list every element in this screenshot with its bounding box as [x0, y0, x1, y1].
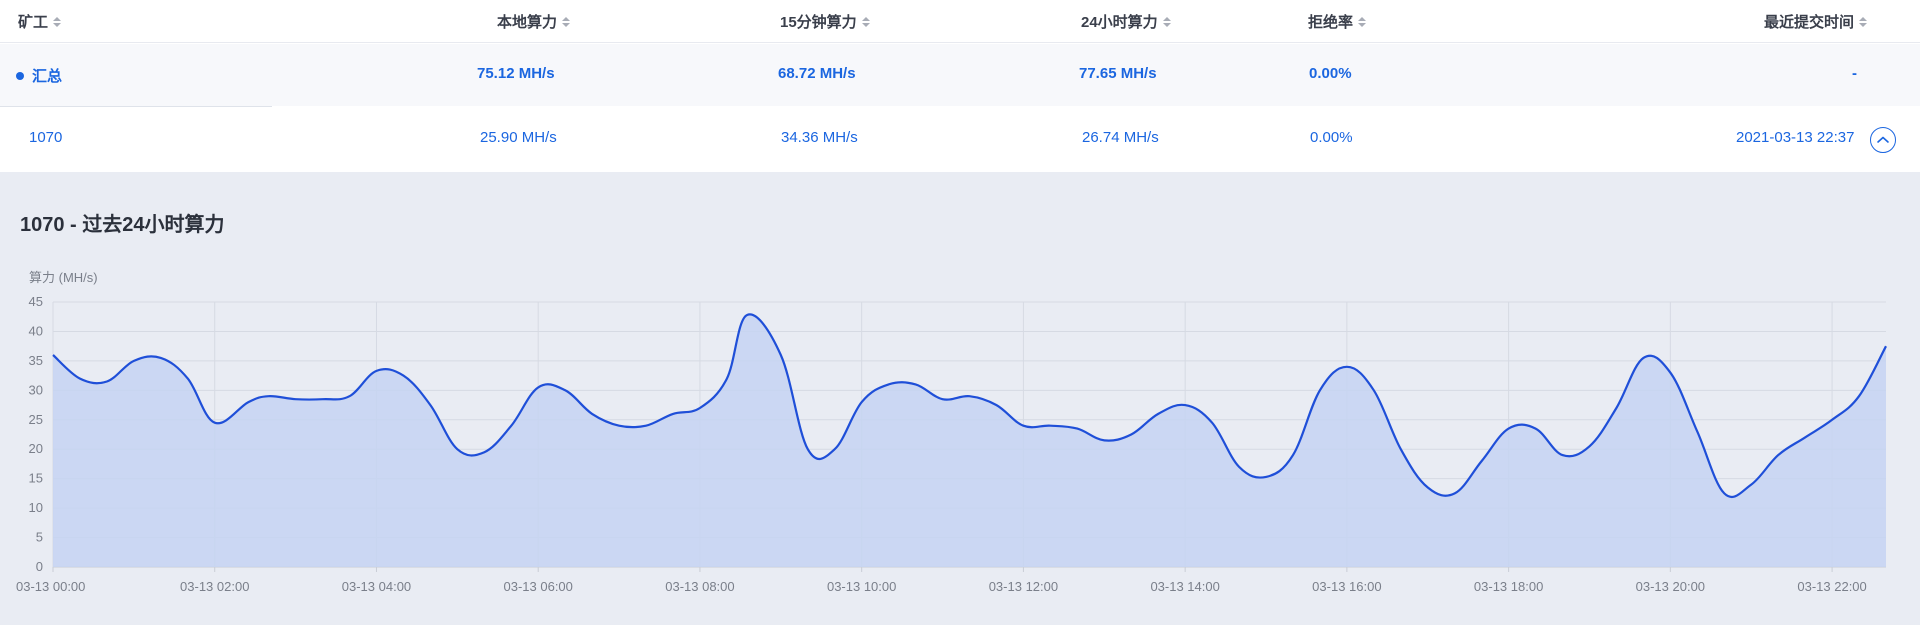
- summary-miner: 汇总: [16, 65, 62, 86]
- summary-15m-hashrate: 68.72 MH/s: [778, 65, 856, 82]
- y-tick-label: 20: [29, 441, 43, 456]
- sort-icon[interactable]: [861, 16, 870, 27]
- table-row-summary: 汇总 75.12 MH/s 68.72 MH/s 77.65 MH/s 0.00…: [0, 44, 1920, 108]
- x-tick-label: 03-13 02:00: [180, 579, 249, 594]
- summary-reject-rate: 0.00%: [1309, 65, 1352, 82]
- header-reject-rate-label: 拒绝率: [1308, 14, 1354, 31]
- x-tick-label: 03-13 14:00: [1150, 579, 1219, 594]
- hashrate-chart-panel: 1070 - 过去24小时算力 算力 (MH/s) 0 5 10 15 20 25 30 35…: [0, 172, 1920, 625]
- x-tick-label: 03-13 06:00: [504, 579, 573, 594]
- header-reject-rate[interactable]: 拒绝率: [1308, 11, 1367, 32]
- row-15m-hashrate: 34.36 MH/s: [781, 129, 858, 146]
- x-tick-label: 03-13 20:00: [1636, 579, 1705, 594]
- summary-local-hashrate: 75.12 MH/s: [477, 65, 555, 82]
- header-24h-hashrate-label: 24小时算力: [1081, 14, 1158, 31]
- table-row[interactable]: 1070 25.90 MH/s 34.36 MH/s 26.74 MH/s 0.…: [0, 107, 1920, 171]
- sort-icon[interactable]: [1358, 16, 1367, 27]
- x-tick-label: 03-13 12:00: [989, 579, 1058, 594]
- sort-icon[interactable]: [1162, 16, 1171, 27]
- y-axis-label: 算力 (MH/s): [29, 270, 98, 285]
- header-local-hashrate[interactable]: 本地算力: [497, 11, 571, 32]
- x-tick-label: 03-13 08:00: [665, 579, 734, 594]
- header-local-hashrate-label: 本地算力: [497, 14, 558, 31]
- row-last-submit: 2021-03-13 22:37: [1736, 129, 1855, 146]
- header-15m-hashrate[interactable]: 15分钟算力: [780, 11, 870, 32]
- sort-icon[interactable]: [53, 16, 62, 27]
- x-tick-label: 03-13 00:00: [16, 579, 85, 594]
- header-last-submit-label: 最近提交时间: [1764, 14, 1855, 31]
- x-tick-label: 03-13 04:00: [342, 579, 411, 594]
- summary-last-submit: -: [1852, 65, 1857, 82]
- collapse-button[interactable]: [1870, 127, 1896, 153]
- x-tick-label: 03-13 10:00: [827, 579, 896, 594]
- summary-miner-label: 汇总: [32, 68, 63, 85]
- status-dot-icon: [16, 72, 24, 81]
- header-last-submit[interactable]: 最近提交时间: [1764, 11, 1868, 32]
- row-reject-rate: 0.00%: [1310, 129, 1353, 146]
- header-24h-hashrate[interactable]: 24小时算力: [1081, 11, 1171, 32]
- y-tick-label: 30: [29, 382, 43, 397]
- x-tick-label: 03-13 16:00: [1312, 579, 1381, 594]
- y-tick-label: 40: [29, 323, 43, 338]
- sort-icon[interactable]: [1859, 16, 1868, 27]
- summary-24h-hashrate: 77.65 MH/s: [1079, 65, 1157, 82]
- header-miner-label: 矿工: [18, 14, 49, 31]
- sort-icon[interactable]: [562, 16, 571, 27]
- y-tick-label: 5: [36, 530, 43, 545]
- header-15m-hashrate-label: 15分钟算力: [780, 14, 857, 31]
- x-tick-label: 03-13 22:00: [1797, 579, 1866, 594]
- y-tick-label: 35: [29, 353, 43, 368]
- chevron-up-icon: [1877, 136, 1889, 143]
- miner-name-link[interactable]: 1070: [29, 129, 62, 146]
- hashrate-chart: 算力 (MH/s) 0 5 10 15 20 25 30 35 40 45 03-13 00:00…: [16, 270, 1887, 594]
- row-24h-hashrate: 26.74 MH/s: [1082, 129, 1159, 146]
- y-tick-label: 15: [29, 471, 43, 486]
- y-tick-label: 10: [29, 500, 43, 515]
- y-tick-label: 25: [29, 412, 43, 427]
- y-tick-label: 45: [29, 294, 43, 309]
- row-local-hashrate: 25.90 MH/s: [480, 129, 557, 146]
- table-header: 矿工 本地算力 15分钟算力 24小时算力 拒绝率 最近提交时间: [0, 0, 1920, 43]
- x-tick-label: 03-13 18:00: [1474, 579, 1543, 594]
- hashrate-area: [53, 314, 1886, 567]
- header-miner[interactable]: 矿工: [18, 11, 62, 32]
- y-tick-label: 0: [36, 559, 43, 574]
